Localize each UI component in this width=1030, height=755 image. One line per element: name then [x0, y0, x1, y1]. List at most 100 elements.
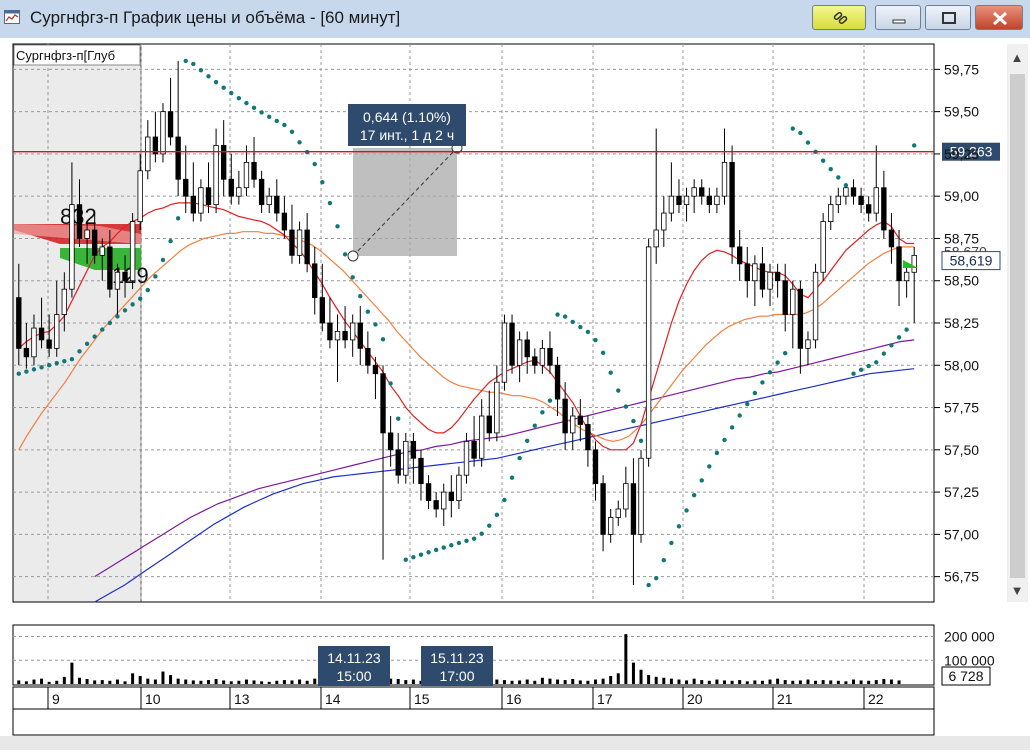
- hover-date-2: 15.11.23: [430, 650, 484, 666]
- volume-bar: [298, 679, 302, 684]
- maximize-button[interactable]: [925, 5, 971, 30]
- candle-body: [372, 364, 379, 375]
- volume-bar: [647, 675, 651, 684]
- candle-body: [774, 271, 781, 282]
- price-scrollbar-thumb[interactable]: [1010, 74, 1025, 578]
- sar-dot: [46, 362, 52, 368]
- volume-bar: [654, 676, 658, 684]
- link-button[interactable]: [812, 5, 866, 30]
- sar-dot: [160, 257, 166, 263]
- candle-body: [175, 136, 181, 180]
- candle-body: [296, 229, 303, 256]
- candle-body: [896, 246, 902, 282]
- horizontal-scrollbar[interactable]: [0, 736, 1030, 750]
- candle-body: [167, 111, 174, 138]
- candle-body: [183, 178, 189, 197]
- price-tick-label: 57,75: [944, 400, 979, 416]
- candle-body: [494, 381, 500, 434]
- candle-body: [395, 449, 401, 476]
- candle-body: [554, 364, 561, 400]
- candle-body: [243, 161, 250, 189]
- sar-dot: [623, 404, 629, 409]
- volume-bar: [131, 673, 135, 684]
- sar-dot: [570, 319, 575, 325]
- volume-bar: [609, 675, 613, 684]
- volume-bar: [290, 680, 294, 684]
- sar-dot: [320, 179, 325, 185]
- candle-body: [699, 187, 705, 197]
- candle-body: [767, 271, 773, 290]
- sar-dot: [251, 105, 257, 111]
- link-icon: [833, 11, 848, 25]
- candle-body: [653, 229, 659, 248]
- candle-body: [478, 415, 485, 459]
- candle-body: [873, 187, 879, 214]
- candle-body: [638, 457, 644, 535]
- measure-start-handle[interactable]: [347, 250, 359, 262]
- minimize-button[interactable]: [875, 5, 921, 30]
- scroll-down-icon[interactable]: ▼: [1011, 583, 1024, 598]
- volume-bar: [85, 679, 89, 684]
- candle-body: [471, 440, 477, 459]
- candle-body: [84, 229, 90, 239]
- candle-body: [38, 327, 45, 341]
- volume-bar: [502, 680, 506, 684]
- chart-area[interactable]: Сургнфгз-п[Глуб 0,644 (1.10%) 17 инт., 1…: [0, 38, 1030, 750]
- scroll-up-icon[interactable]: ▲: [1011, 50, 1024, 65]
- close-button[interactable]: [975, 5, 1023, 30]
- sar-dot: [365, 309, 371, 314]
- sar-dot: [600, 350, 606, 356]
- candle-body: [752, 263, 758, 282]
- sar-dot: [654, 575, 659, 581]
- sar-dot: [896, 335, 902, 340]
- price-tick-label: 59,00: [944, 188, 979, 204]
- candle-body: [16, 297, 22, 349]
- date-label: 13: [234, 691, 250, 707]
- sar-dot: [229, 90, 234, 96]
- volume-bar: [161, 671, 165, 684]
- candle-body: [456, 474, 462, 501]
- volume-bar: [207, 680, 210, 684]
- candle-body: [349, 322, 356, 341]
- sar-dot: [525, 438, 530, 444]
- candle-body: [418, 457, 424, 485]
- volume-bar: [685, 680, 689, 684]
- candle-body: [23, 347, 30, 358]
- volume-bar: [229, 681, 233, 684]
- volume-bar: [859, 680, 863, 684]
- volume-bar: [176, 678, 180, 684]
- sar-dot: [107, 320, 113, 326]
- volume-bar: [821, 680, 825, 684]
- volume-bar: [548, 678, 552, 684]
- date-label: 21: [777, 691, 793, 707]
- sar-dot: [350, 275, 355, 280]
- sar-dot: [327, 200, 333, 206]
- minimize-icon: [892, 19, 906, 24]
- candle-body: [122, 271, 128, 282]
- hover-time-2: 17:00: [439, 668, 474, 684]
- candle-body: [410, 440, 417, 459]
- candle-body: [501, 322, 508, 383]
- volume-bar: [806, 679, 810, 684]
- date-axis-strip-2: [12, 708, 935, 736]
- date-label: 14: [325, 691, 341, 707]
- candle-body: [903, 271, 910, 282]
- measure-interval: 17 инт., 1 д 2 ч: [360, 127, 454, 143]
- candle-body: [706, 195, 712, 206]
- price-volume-chart[interactable]: Сургнфгз-п[Глуб 0,644 (1.10%) 17 инт., 1…: [0, 38, 1030, 750]
- candle-body: [327, 322, 333, 341]
- volume-bar: [616, 673, 620, 684]
- candle-body: [61, 288, 67, 315]
- candle-body: [608, 517, 614, 535]
- sar-dot: [562, 314, 568, 319]
- sar-dot: [282, 122, 287, 128]
- candle-body: [220, 145, 227, 180]
- date-label: 16: [506, 691, 522, 707]
- sar-dot: [745, 401, 750, 407]
- sar-dot: [297, 140, 302, 145]
- volume-bar: [783, 680, 787, 684]
- sar-dot: [244, 100, 249, 106]
- volume-bar: [540, 677, 544, 684]
- volume-bar: [631, 662, 635, 684]
- volume-bar: [723, 680, 726, 684]
